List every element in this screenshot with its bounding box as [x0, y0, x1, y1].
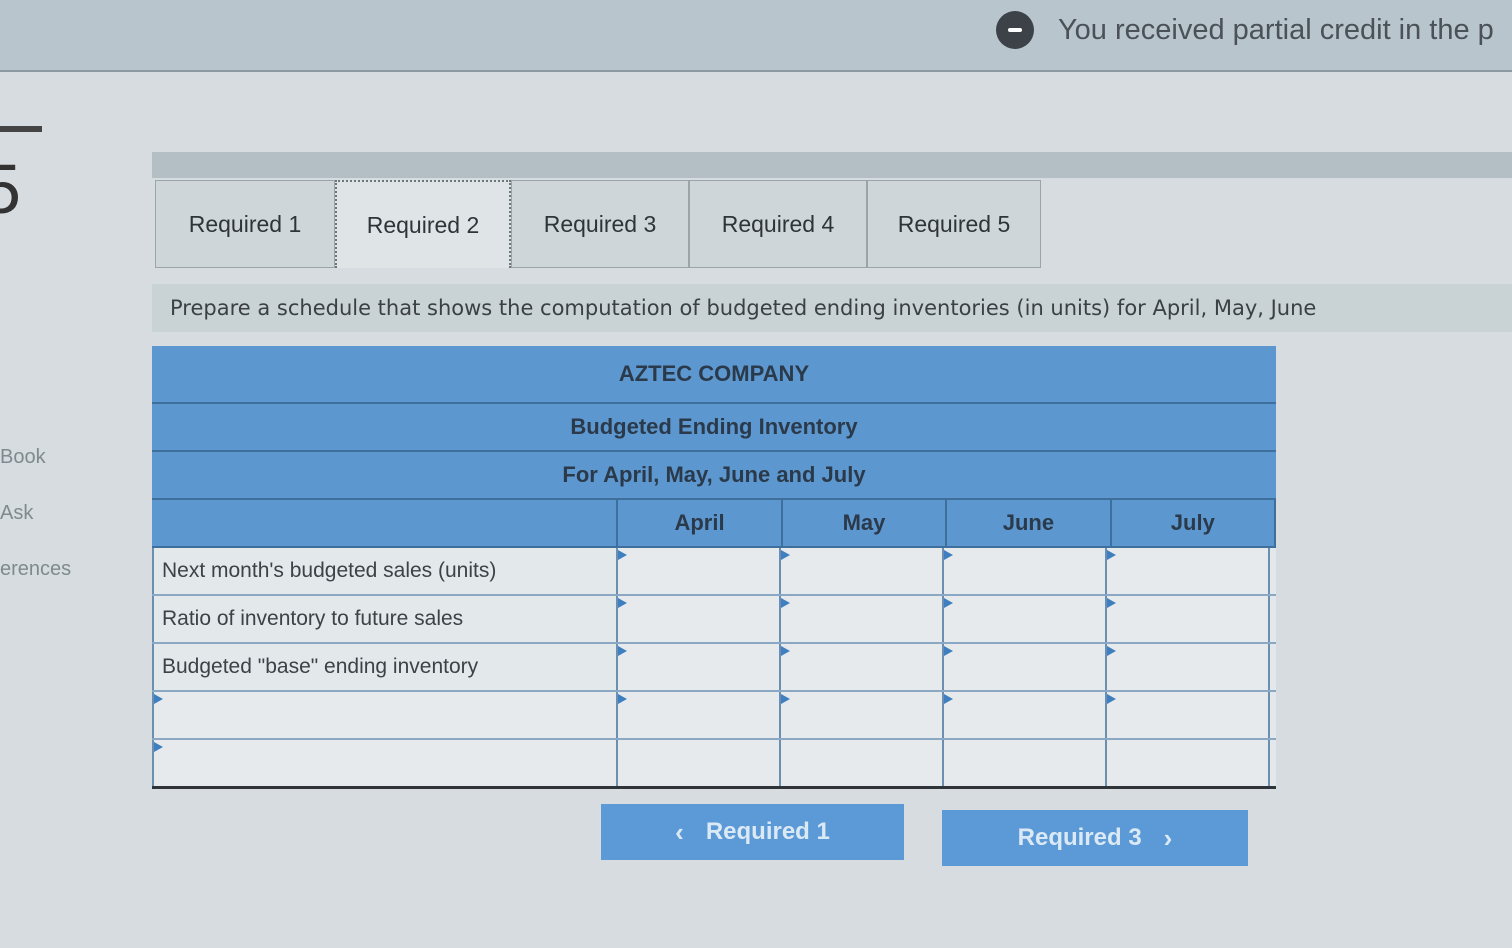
- column-header-blank: [152, 500, 619, 546]
- chevron-right-icon: ›: [1163, 822, 1173, 853]
- prev-button-label: Required 1: [705, 818, 830, 845]
- table-row: Budgeted "base" ending inventory: [152, 644, 1276, 692]
- input-cell-may[interactable]: [781, 692, 944, 738]
- input-cell-june[interactable]: [944, 644, 1107, 690]
- row-label: Next month's budgeted sales (units): [152, 548, 618, 594]
- input-cell-april[interactable]: [618, 548, 781, 594]
- column-header-may: May: [783, 500, 948, 546]
- total-cell-july: [1107, 740, 1270, 786]
- row-label-input[interactable]: [152, 740, 618, 786]
- total-cell-june: [944, 740, 1107, 786]
- partial-credit-notice: You received partial credit in the p: [996, 11, 1494, 49]
- input-cell-june[interactable]: [944, 596, 1107, 642]
- table-row: Next month's budgeted sales (units): [152, 548, 1276, 596]
- sidebar-item-references[interactable]: erences: [0, 558, 71, 581]
- column-header-april: April: [618, 500, 783, 546]
- table-row: [152, 692, 1276, 740]
- row-label: Budgeted "base" ending inventory: [152, 644, 618, 690]
- input-cell-may[interactable]: [781, 548, 944, 594]
- total-cell-april: [618, 740, 781, 786]
- next-button-label: Required 3: [1017, 824, 1142, 851]
- next-required-3-button[interactable]: Required 3 ›: [942, 810, 1248, 866]
- tabs-strip: [152, 152, 1512, 178]
- prev-required-1-button[interactable]: ‹ Required 1: [601, 804, 904, 860]
- input-cell-april[interactable]: [618, 596, 781, 642]
- tab-required-3[interactable]: Required 3: [511, 180, 689, 268]
- input-cell-june[interactable]: [944, 692, 1107, 738]
- input-cell-june[interactable]: [944, 548, 1107, 594]
- column-header-july: July: [1112, 500, 1277, 546]
- input-cell-july[interactable]: [1107, 644, 1270, 690]
- input-cell-may[interactable]: [781, 596, 944, 642]
- company-name: AZTEC COMPANY: [152, 346, 1276, 404]
- required-tabs: Required 1 Required 2 Required 3 Require…: [155, 180, 1041, 268]
- tab-required-2[interactable]: Required 2: [335, 180, 511, 268]
- input-cell-april[interactable]: [618, 692, 781, 738]
- tab-required-1[interactable]: Required 1: [155, 180, 335, 268]
- schedule-period: For April, May, June and July: [152, 452, 1276, 500]
- minus-circle-icon: [996, 11, 1034, 49]
- sidebar-item-ask[interactable]: Ask: [0, 502, 33, 525]
- tab-required-5[interactable]: Required 5: [867, 180, 1041, 268]
- input-cell-july[interactable]: [1107, 692, 1270, 738]
- input-cell-july[interactable]: [1107, 548, 1270, 594]
- sidebar-item-book[interactable]: Book: [0, 446, 46, 469]
- input-cell-april[interactable]: [618, 644, 781, 690]
- question-number: 5: [0, 122, 45, 224]
- table-row: Ratio of inventory to future sales: [152, 596, 1276, 644]
- instruction-text: Prepare a schedule that shows the comput…: [152, 284, 1512, 332]
- tab-required-4[interactable]: Required 4: [689, 180, 867, 268]
- total-cell-may: [781, 740, 944, 786]
- top-banner: You received partial credit in the p: [0, 0, 1512, 72]
- column-header-row: April May June July: [152, 500, 1277, 548]
- input-cell-july[interactable]: [1107, 596, 1270, 642]
- credit-message: You received partial credit in the p: [1058, 13, 1494, 46]
- chevron-left-icon: ‹: [675, 816, 684, 847]
- input-cell-may[interactable]: [781, 644, 944, 690]
- schedule-title: Budgeted Ending Inventory: [152, 404, 1276, 452]
- row-label-input[interactable]: [152, 692, 618, 738]
- table-row: [152, 740, 1276, 789]
- budgeted-ending-inventory-schedule: AZTEC COMPANY Budgeted Ending Inventory …: [152, 346, 1277, 789]
- column-header-june: June: [947, 500, 1112, 546]
- row-label: Ratio of inventory to future sales: [152, 596, 618, 642]
